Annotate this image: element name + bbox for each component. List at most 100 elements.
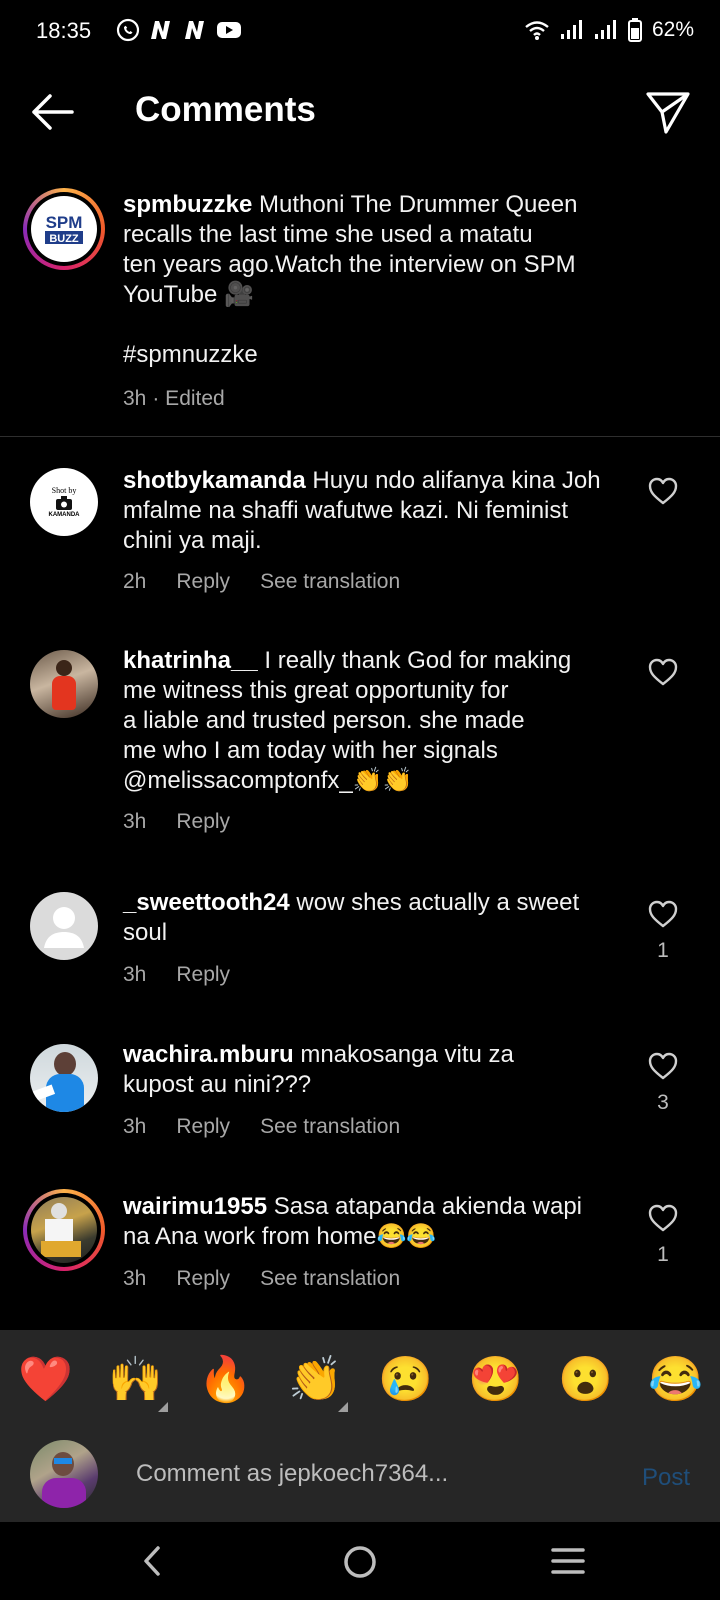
caption-line: ten years ago.Watch the interview on SPM	[123, 251, 576, 278]
emoji-clapping[interactable]: 👏	[288, 1352, 343, 1408]
caption-line: YouTube 🎥	[123, 281, 254, 308]
battery-icon	[627, 18, 642, 42]
n-icon	[185, 21, 204, 39]
comment-line: mfalme na shaffi wafutwe kazi. Ni femini…	[123, 497, 569, 524]
comment-line: me witness this great opportunity for	[123, 677, 509, 704]
comment-meta: 3h Reply	[123, 963, 260, 987]
nav-home-icon[interactable]	[342, 1544, 378, 1580]
caption-time: 3h	[123, 387, 147, 410]
svg-text:BUZZ: BUZZ	[49, 233, 79, 245]
nav-menu-icon[interactable]	[550, 1546, 586, 1576]
divider	[0, 436, 720, 437]
caption-text: spmbuzzke Muthoni The Drummer Queen reca…	[123, 190, 623, 370]
comment-time: 2h	[123, 570, 147, 593]
caption-username[interactable]: spmbuzzke	[123, 191, 252, 218]
comment-line: me who I am today with her signals	[123, 737, 498, 764]
emoji-heart[interactable]: ❤️	[18, 1352, 73, 1408]
reply-button[interactable]: Reply	[176, 570, 230, 594]
comment-input[interactable]: Comment as jepkoech7364...	[136, 1460, 448, 1488]
whatsapp-icon	[116, 18, 140, 42]
send-icon[interactable]	[644, 88, 692, 136]
emoji-laughing[interactable]: 😂	[648, 1352, 703, 1408]
comment-meta: 2h Reply See translation	[123, 570, 430, 594]
emoji-surprised[interactable]: 😮	[558, 1352, 613, 1408]
comment-composer: Comment as jepkoech7364... Post	[0, 1430, 720, 1522]
nav-back-icon[interactable]	[138, 1544, 166, 1578]
comment-line: I really thank God for making	[264, 647, 572, 674]
skin-tone-indicator-icon	[338, 1402, 348, 1412]
comment-line: Huyu ndo alifanya kina Joh	[312, 467, 601, 494]
signal-icon	[560, 20, 582, 39]
user-avatar[interactable]	[30, 1440, 98, 1508]
comment-username[interactable]: khatrinha__	[123, 647, 258, 674]
comment-mention[interactable]: @melissacomptonfx_👏👏	[123, 767, 413, 794]
avatar[interactable]	[30, 892, 98, 960]
see-translation-button[interactable]: See translation	[260, 570, 400, 594]
emoji-bar: ❤️ 🙌 🔥 👏 😢 😍 😮 😂	[0, 1330, 720, 1430]
avatar[interactable]	[30, 650, 98, 718]
comment-username[interactable]: shotbykamanda	[123, 467, 306, 494]
avatar-logo-text: Shot by	[51, 486, 77, 495]
comment-text: wairimu1955 Sasa atapanda akienda wapi n…	[123, 1192, 623, 1252]
page-title: Comments	[135, 90, 316, 129]
comment-username[interactable]: wachira.mburu	[123, 1041, 294, 1068]
comment-time: 3h	[123, 810, 147, 833]
comment-line: soul	[123, 919, 168, 946]
emoji-raised-hands[interactable]: 🙌	[108, 1352, 163, 1408]
reply-button[interactable]: Reply	[176, 1267, 230, 1291]
see-translation-button[interactable]: See translation	[260, 1267, 400, 1291]
heart-icon[interactable]	[648, 1052, 678, 1080]
heart-icon[interactable]	[648, 658, 678, 686]
comment-username[interactable]: wairimu1955	[123, 1193, 267, 1220]
caption-hashtag[interactable]: #spmnuzzke	[123, 341, 258, 368]
avatar: SPM BUZZ	[31, 196, 97, 262]
comment-line: Sasa atapanda akienda wapi	[273, 1193, 583, 1220]
notification-icons	[116, 18, 242, 42]
reply-button[interactable]: Reply	[176, 963, 230, 987]
battery-percent: 62%	[651, 18, 694, 41]
like-count: 3	[657, 1091, 669, 1114]
post-button[interactable]: Post	[642, 1464, 690, 1492]
comment-line: wow shes actually a sweet	[296, 889, 580, 916]
comment-text: khatrinha__ I really thank God for makin…	[123, 646, 623, 796]
back-arrow-icon[interactable]	[28, 90, 76, 134]
comment-time: 3h	[123, 963, 147, 986]
emoji-fire[interactable]: 🔥	[198, 1352, 253, 1408]
avatar-logo-text: KAMANDA	[48, 512, 80, 518]
avatar	[31, 1197, 97, 1263]
comment-line: chini ya maji.	[123, 527, 262, 554]
like-count: 1	[657, 939, 669, 962]
spm-buzz-logo: SPM BUZZ	[45, 213, 83, 245]
avatar[interactable]	[30, 1044, 98, 1112]
system-nav-bar	[0, 1522, 720, 1600]
comment-meta: 3h Reply	[123, 810, 260, 834]
status-time: 18:35	[36, 18, 92, 43]
heart-icon[interactable]	[648, 477, 678, 505]
reply-button[interactable]: Reply	[176, 810, 230, 834]
youtube-icon	[217, 22, 241, 38]
skin-tone-indicator-icon	[158, 1402, 168, 1412]
story-ring[interactable]: SPM BUZZ	[23, 188, 105, 270]
comment-time: 3h	[123, 1267, 147, 1290]
avatar[interactable]: Shot by KAMANDA	[30, 468, 98, 536]
comment-text: wachira.mburu mnakosanga vitu za kupost …	[123, 1040, 623, 1100]
comment-time: 3h	[123, 1115, 147, 1138]
comment-text: shotbykamanda Huyu ndo alifanya kina Joh…	[123, 466, 623, 556]
caption-line: recalls the last time she used a matatu	[123, 221, 533, 248]
comment-line: a liable and trusted person. she made	[123, 707, 525, 734]
app-bar: Comments	[0, 70, 720, 154]
emoji-heart-eyes[interactable]: 😍	[468, 1352, 523, 1408]
camera-icon	[56, 496, 72, 510]
comment-line: kupost au nini???	[123, 1071, 312, 1098]
story-ring[interactable]	[23, 1189, 105, 1271]
heart-icon[interactable]	[648, 1204, 678, 1232]
emoji-crying[interactable]: 😢	[378, 1352, 433, 1408]
status-bar: 18:35 62%	[0, 0, 720, 60]
comment-text: _sweettooth24 wow shes actually a sweet …	[123, 888, 623, 948]
see-translation-button[interactable]: See translation	[260, 1115, 400, 1139]
comment-username[interactable]: _sweettooth24	[123, 889, 290, 916]
comment-meta: 3h Reply See translation	[123, 1267, 430, 1291]
reply-button[interactable]: Reply	[176, 1115, 230, 1139]
heart-icon[interactable]	[648, 900, 678, 928]
default-avatar-icon	[44, 907, 84, 948]
